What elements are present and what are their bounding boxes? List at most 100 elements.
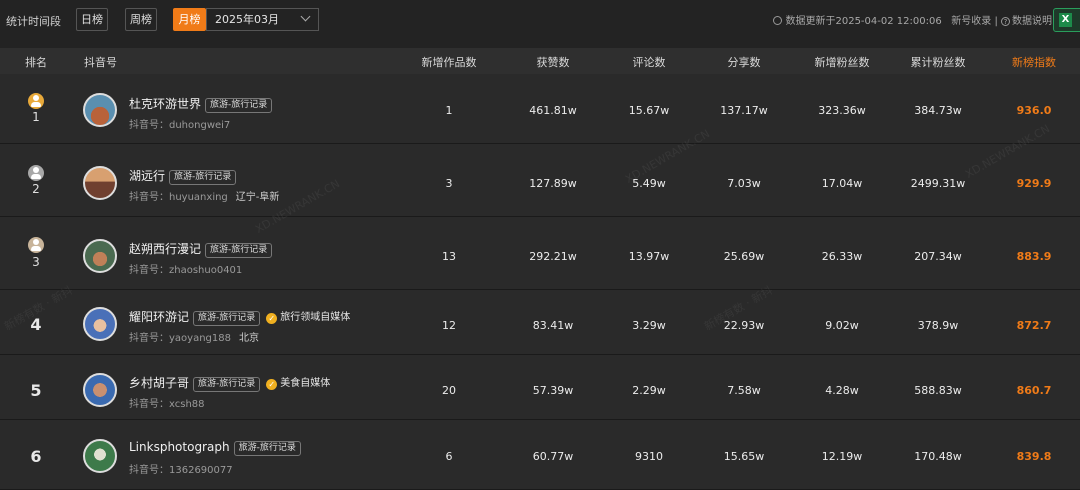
table-row[interactable]: 4 耀阳环游记 旅游-旅行记录 ✓ 旅行领域自媒体 抖音号：yaoyang188 北京 …	[0, 290, 1080, 355]
account-id-line: 抖音号：zhaoshuo0401	[129, 261, 242, 276]
new-fans-value: 26.33w	[821, 250, 863, 263]
account-name[interactable]: 杜克环游世界	[129, 97, 201, 111]
rank: 5	[30, 381, 42, 400]
header-index[interactable]: 新榜指数	[1012, 54, 1056, 70]
likes-value: 127.89w	[529, 177, 577, 190]
shares-value: 137.17w	[720, 104, 768, 117]
comments-value: 13.97w	[628, 250, 670, 263]
avatar[interactable]	[83, 307, 117, 341]
total-fans-value: 384.73w	[914, 104, 962, 117]
shares-value: 7.58w	[727, 384, 761, 397]
avatar[interactable]	[83, 166, 117, 200]
header-rank: 排名	[25, 56, 47, 69]
table-row[interactable]: 6 Linksphotograph 旅游-旅行记录 抖音号：1362690077 …	[0, 420, 1080, 490]
account-id-label: 抖音号：	[129, 192, 169, 203]
index-value: 936.0	[1016, 104, 1052, 117]
avatar[interactable]	[83, 93, 117, 127]
help-link[interactable]: 数据说明	[1012, 16, 1052, 27]
rank: 4	[30, 315, 42, 334]
likes-value: 57.39w	[532, 384, 574, 397]
account-name-line: 湖远行 旅游-旅行记录	[129, 167, 237, 185]
table-row[interactable]: 3 赵朔西行漫记 旅游-旅行记录 抖音号：zhaoshuo0401 13 292.…	[0, 217, 1080, 290]
week-rank-button[interactable]: 周榜	[125, 8, 157, 31]
new-works-value: 13	[442, 250, 456, 263]
account-id-label: 抖音号：	[129, 399, 169, 410]
avatar[interactable]	[83, 373, 117, 407]
total-fans-value: 207.34w	[914, 250, 962, 263]
shares-value: 22.93w	[723, 319, 765, 332]
total-fans-value: 588.83w	[914, 384, 962, 397]
account-id-line: 抖音号：duhongwei7	[129, 116, 230, 131]
table-row[interactable]: 1 杜克环游世界 旅游-旅行记录 抖音号：duhongwei7 1 461.81w…	[0, 74, 1080, 144]
verified-text: 旅行领域自媒体	[280, 312, 351, 323]
likes-value: 461.81w	[529, 104, 577, 117]
table-row[interactable]: 5 乡村胡子哥 旅游-旅行记录 ✓ 美食自媒体 抖音号：xcsh88 20 57.39…	[0, 355, 1080, 420]
account-name-line: Linksphotograph 旅游-旅行记录	[129, 440, 301, 456]
account-name-line: 杜克环游世界 旅游-旅行记录	[129, 95, 273, 113]
index-value: 860.7	[1016, 384, 1052, 397]
header-likes[interactable]: 获赞数	[537, 54, 570, 70]
likes-value: 292.21w	[529, 250, 577, 263]
rank: 3	[32, 255, 40, 269]
toolbar: 统计时间段 日榜 周榜 月榜 2025年03月 数据更新于2025-04-02 …	[0, 0, 1080, 48]
month-select[interactable]: 2025年03月	[206, 8, 319, 31]
day-rank-button[interactable]: 日榜	[76, 8, 108, 31]
bronze-medal-icon	[28, 237, 44, 253]
month-select-value: 2025年03月	[215, 13, 279, 26]
account-id: xcsh88	[169, 399, 205, 410]
header-comments[interactable]: 评论数	[633, 54, 666, 70]
avatar[interactable]	[83, 239, 117, 273]
shares-value: 7.03w	[727, 177, 761, 190]
submit-account-link[interactable]: 新号收录	[951, 16, 991, 27]
account-name[interactable]: 湖远行	[129, 169, 165, 183]
header-shares[interactable]: 分享数	[728, 54, 761, 70]
category-tag: 旅游-旅行记录	[205, 98, 273, 113]
index-value: 872.7	[1016, 319, 1052, 332]
account-name[interactable]: 乡村胡子哥	[129, 376, 189, 390]
account-name[interactable]: Linksphotograph	[129, 440, 230, 454]
comments-value: 2.29w	[632, 384, 666, 397]
update-time: 数据更新于2025-04-02 12:00:06	[785, 16, 942, 27]
new-works-value: 12	[442, 319, 456, 332]
rank: 6	[30, 447, 42, 466]
index-value: 929.9	[1016, 177, 1052, 190]
account-id-label: 抖音号：	[129, 265, 169, 276]
header-new-fans[interactable]: 新增粉丝数	[815, 54, 870, 70]
account-id: 1362690077	[169, 465, 233, 476]
account-id-label: 抖音号：	[129, 465, 169, 476]
total-fans-value: 378.9w	[917, 319, 959, 332]
category-tag: 旅游-旅行记录	[233, 441, 301, 456]
total-fans-value: 2499.31w	[910, 177, 966, 190]
header-total-fans[interactable]: 累计粉丝数	[911, 54, 966, 70]
verified-badge: ✓ 美食自媒体	[266, 374, 330, 390]
header-new-works[interactable]: 新增作品数	[422, 54, 477, 70]
table-row[interactable]: 2 湖远行 旅游-旅行记录 抖音号：huyuanxing 辽宁-阜新 3 127.8…	[0, 144, 1080, 217]
account-name[interactable]: 耀阳环游记	[129, 310, 189, 324]
new-fans-value: 17.04w	[821, 177, 863, 190]
silver-medal-icon	[28, 165, 44, 181]
header-account: 抖音号	[84, 56, 117, 69]
chevron-down-icon	[300, 11, 311, 22]
category-tag: 旅游-旅行记录	[193, 311, 261, 326]
account-id: zhaoshuo0401	[169, 265, 243, 276]
excel-icon: X	[1059, 13, 1072, 27]
new-fans-value: 12.19w	[821, 450, 863, 463]
month-rank-button[interactable]: 月榜	[173, 8, 206, 31]
new-fans-value: 323.36w	[818, 104, 866, 117]
new-works-value: 3	[445, 177, 453, 190]
account-id: duhongwei7	[169, 120, 231, 131]
new-works-value: 1	[445, 104, 453, 117]
help-icon: ?	[1001, 17, 1010, 26]
account-name[interactable]: 赵朔西行漫记	[129, 242, 201, 256]
index-value: 883.9	[1016, 250, 1052, 263]
account-id-label: 抖音号：	[129, 333, 169, 344]
rank: 1	[32, 110, 40, 124]
index-value: 839.8	[1016, 450, 1052, 463]
shares-value: 15.65w	[723, 450, 765, 463]
comments-value: 5.49w	[632, 177, 666, 190]
verified-icon: ✓	[266, 313, 278, 324]
avatar[interactable]	[83, 439, 117, 473]
new-fans-value: 4.28w	[825, 384, 859, 397]
category-tag: 旅游-旅行记录	[205, 243, 273, 258]
export-excel-button[interactable]: X	[1053, 8, 1080, 32]
